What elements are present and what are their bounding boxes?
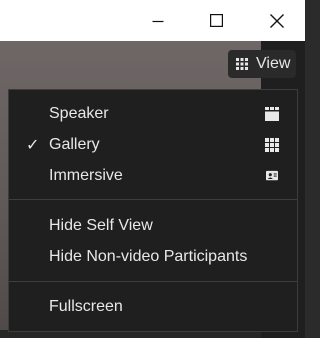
maximize-button[interactable]: [193, 0, 239, 41]
grid-icon: [236, 58, 248, 70]
menu-divider: [9, 199, 297, 200]
menu-item-hide-self-view[interactable]: Hide Self View: [9, 211, 297, 241]
view-button-label: View: [256, 55, 291, 72]
menu-item-label: Fullscreen: [49, 298, 123, 315]
minimize-icon: [152, 20, 164, 22]
minimize-button[interactable]: [135, 0, 181, 41]
menu-item-label: Immersive: [49, 167, 123, 184]
menu-item-label: Speaker: [49, 105, 109, 122]
menu-divider: [9, 281, 297, 282]
speaker-view-icon: [265, 107, 279, 121]
close-icon: [270, 13, 284, 28]
menu-item-label: Gallery: [49, 136, 100, 153]
menu-item-hide-non-video-participants[interactable]: Hide Non-video Participants: [9, 242, 297, 272]
view-menu: Speaker ✓ Gallery Immersive Hide Self Vi…: [8, 89, 298, 332]
menu-item-speaker[interactable]: Speaker: [9, 99, 297, 129]
menu-item-label: Hide Non-video Participants: [49, 248, 248, 265]
title-bar: [0, 0, 305, 41]
checkmark-icon: ✓: [26, 137, 40, 154]
gallery-view-icon: [265, 138, 279, 152]
menu-item-immersive[interactable]: Immersive: [9, 161, 297, 191]
immersive-view-icon: [266, 170, 278, 181]
close-button[interactable]: [254, 0, 300, 41]
view-button[interactable]: View: [228, 50, 296, 78]
maximize-icon: [209, 14, 223, 27]
menu-item-gallery[interactable]: ✓ Gallery: [9, 130, 297, 160]
menu-item-fullscreen[interactable]: Fullscreen: [9, 292, 297, 322]
menu-item-label: Hide Self View: [49, 217, 153, 234]
